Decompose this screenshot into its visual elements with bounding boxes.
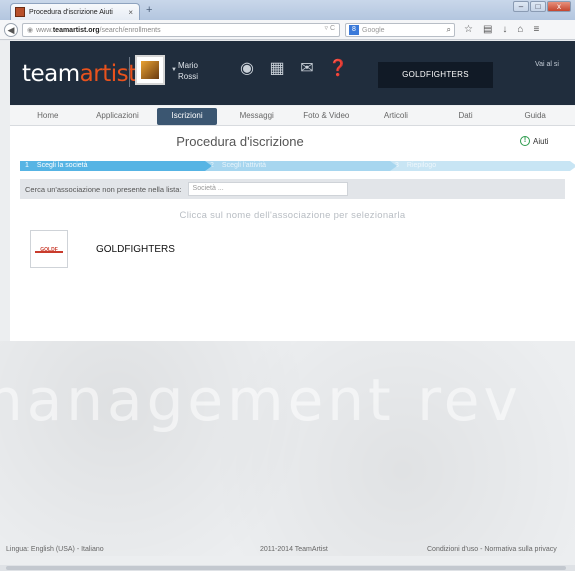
societa-search-input[interactable]: Società ... — [187, 182, 348, 196]
instruction-text: Clicca sul nome dell'associazione per se… — [179, 210, 406, 221]
flag-icon[interactable]: ◉ — [238, 60, 256, 78]
site-footer: Lingua: English (USA) - Italiano 2011-20… — [0, 546, 575, 558]
step-3: 3Riepilogo — [390, 161, 575, 171]
search-icon[interactable]: ⌕ — [447, 25, 451, 35]
menu-guida[interactable]: Guida — [505, 108, 565, 125]
logo-main: team — [22, 61, 80, 87]
user-name[interactable]: Mario Rossi — [178, 60, 198, 82]
main-menu: Home Applicazioni Iscrizioni Messaggi Fo… — [10, 106, 575, 126]
browser-tab[interactable]: Procedura d'iscrizione Aiuti × — [10, 3, 140, 20]
step-label: Scegli la società — [36, 162, 88, 169]
help-icon[interactable]: ❓ — [328, 60, 348, 78]
step-2: 2Scegli l'attività — [205, 161, 397, 171]
help-label: Aiuti — [533, 136, 549, 146]
association-search-label: Cerca un'associazione non presente nella… — [25, 184, 182, 194]
maximize-button[interactable]: □ — [530, 1, 546, 12]
menu-home[interactable]: Home — [18, 108, 78, 125]
association-name[interactable]: GOLDFIGHTERS — [96, 244, 175, 255]
user-dropdown-icon[interactable]: ▼ — [171, 67, 177, 73]
page-title: Procedura d'iscrizione — [176, 134, 304, 149]
reload-icon[interactable]: ▿ C — [324, 24, 335, 32]
tab-title: Procedura d'iscrizione Aiuti — [29, 8, 113, 16]
user-first-name: Mario — [178, 61, 199, 70]
step-label: Riepilogo — [406, 162, 437, 169]
background-watermark: nanagement rev — [0, 366, 522, 434]
close-window-button[interactable]: x — [547, 1, 571, 12]
site-header: teamartist ▼ Mario Rossi ◉ ▦ ✉ ❓ GOLDFIG… — [10, 41, 575, 105]
calendar-icon[interactable]: ▦ — [268, 60, 286, 78]
new-tab-button[interactable]: + — [146, 4, 152, 16]
menu-iscrizioni[interactable]: Iscrizioni — [157, 108, 217, 125]
minimize-button[interactable]: – — [513, 1, 529, 12]
browser-toolbar: ☆ ▤ ↓ ⌂ ≡ — [464, 24, 539, 35]
bookmarks-list-icon[interactable]: ▤ — [483, 24, 492, 35]
avatar[interactable] — [135, 55, 165, 85]
back-button[interactable]: ◀ — [4, 23, 18, 37]
globe-icon: ◉ — [27, 27, 34, 34]
scrollbar-thumb[interactable] — [6, 566, 566, 570]
url-domain: teamartist.org — [52, 26, 100, 34]
menu-dati[interactable]: Dati — [436, 108, 496, 125]
horizontal-scrollbar[interactable] — [0, 565, 575, 571]
url-prefix: www. — [36, 26, 53, 34]
page: nanagement rev teamartist ▼ Mario Rossi … — [0, 41, 575, 571]
goto-site-link[interactable]: Vai al si — [535, 61, 559, 68]
url-path: /search/enrollments — [99, 26, 161, 34]
menu-applicazioni[interactable]: Applicazioni — [88, 108, 148, 125]
terms-link[interactable]: Condizioni d'uso - Normativa sulla priva… — [427, 546, 557, 553]
search-placeholder: Google — [362, 26, 385, 34]
menu-articoli[interactable]: Articoli — [366, 108, 426, 125]
step-1: 1 Scegli la società — [20, 161, 212, 171]
search-engine-icon[interactable]: 8 — [349, 25, 359, 35]
home-icon[interactable]: ⌂ — [517, 24, 523, 35]
association-logo-mark: GOLDF — [35, 247, 63, 253]
user-last-name: Rossi — [178, 72, 199, 81]
step-number: 1 — [25, 162, 29, 169]
help-link[interactable]: ! Aiuti — [520, 136, 549, 146]
download-icon[interactable]: ↓ — [502, 24, 507, 35]
address-bar[interactable]: ◉ www. teamartist.org/search/enrollments … — [22, 23, 340, 37]
header-divider — [129, 57, 130, 87]
avatar-image — [141, 61, 159, 79]
info-icon: ! — [520, 136, 530, 146]
association-search-row: Cerca un'associazione non presente nella… — [20, 179, 565, 199]
language-selector[interactable]: Lingua: English (USA) - Italiano — [6, 546, 104, 553]
team-selector[interactable]: GOLDFIGHTERS — [378, 62, 493, 88]
menu-icon[interactable]: ≡ — [533, 24, 539, 35]
browser-titlebar: Procedura d'iscrizione Aiuti × + – □ x — [0, 0, 575, 20]
tab-close-icon[interactable]: × — [128, 8, 133, 17]
teamartist-logo[interactable]: teamartist — [22, 61, 137, 87]
window-controls: – □ x — [512, 1, 571, 12]
header-icons: ◉ ▦ ✉ ❓ — [238, 60, 348, 78]
teamartist-favicon-icon — [15, 7, 25, 17]
mail-icon[interactable]: ✉ — [298, 60, 316, 78]
association-item[interactable]: GOLDF GOLDFIGHTERS — [30, 230, 175, 268]
menu-messaggi[interactable]: Messaggi — [227, 108, 287, 125]
copyright: 2011-2014 TeamArtist — [260, 546, 328, 553]
step-progress: 1 Scegli la società 2Scegli l'attività 3R… — [20, 161, 575, 171]
search-bar[interactable]: 8 Google ⌕ — [345, 23, 455, 37]
association-logo: GOLDF — [30, 230, 68, 268]
step-label: Scegli l'attività — [221, 162, 267, 169]
menu-foto-video[interactable]: Foto & Video — [297, 108, 357, 125]
bookmark-star-icon[interactable]: ☆ — [464, 24, 473, 35]
browser-navbar: ◀ ◉ www. teamartist.org/search/enrollment… — [0, 20, 575, 40]
